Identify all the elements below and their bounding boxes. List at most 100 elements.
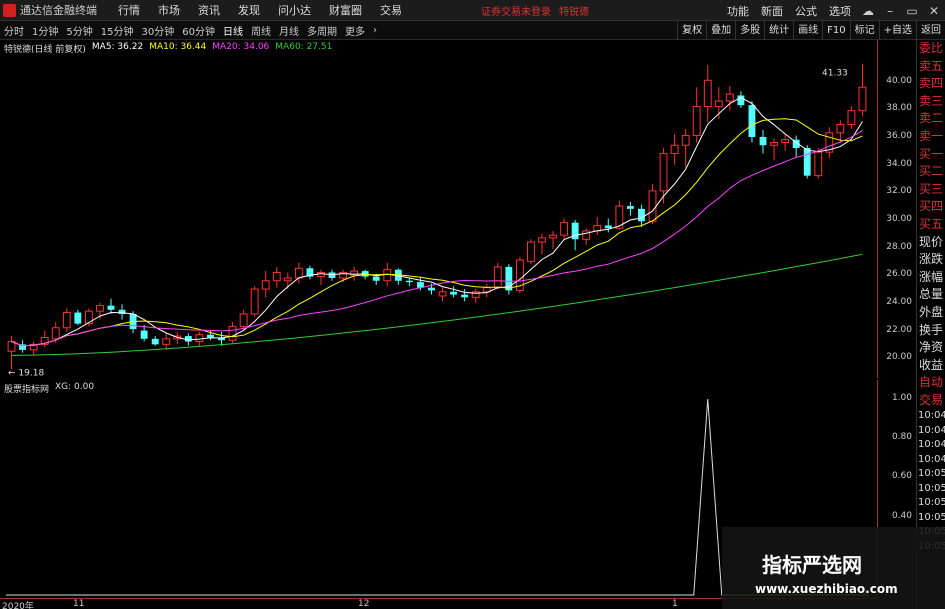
ma60-line (11, 253, 863, 356)
indicator-name[interactable]: 股票指标网 (4, 382, 49, 395)
period-30min[interactable]: 30分钟 (137, 23, 178, 38)
period-5min[interactable]: 5分钟 (62, 23, 96, 38)
candle-body (7, 341, 16, 352)
period-monthly[interactable]: 月线 (275, 23, 303, 38)
menu-market[interactable]: 市场 (149, 2, 189, 18)
candle-body (272, 271, 281, 282)
candle-body (51, 327, 60, 340)
candle-body (725, 93, 734, 102)
side-label: 买一 (919, 146, 944, 161)
trade-time: 10:04 (918, 439, 945, 451)
candle-body (228, 325, 237, 341)
period-1min[interactable]: 1分钟 (28, 23, 62, 38)
trade-time: 10:04 (918, 453, 945, 465)
side-label: 涨跌 (919, 252, 944, 267)
candle-body (648, 190, 657, 222)
date-label: 1 (672, 599, 678, 609)
side-label: 涨幅 (919, 269, 944, 284)
price-tick-label: 38.00 (886, 103, 912, 114)
menu-trade[interactable]: 交易 (371, 2, 411, 18)
period-60min[interactable]: 60分钟 (178, 23, 219, 38)
period-more[interactable]: 更多 (341, 23, 369, 38)
candle-body (151, 338, 159, 345)
candle-body (84, 310, 93, 325)
close-icon[interactable]: ✕ (923, 0, 945, 21)
candle-body (294, 267, 303, 279)
candle-body (372, 276, 380, 281)
maximize-icon[interactable]: ▭ (901, 0, 923, 21)
restore-rights-button[interactable]: 复权 (677, 21, 706, 40)
period-daily[interactable]: 日线 (219, 23, 247, 38)
date-label: 12 (358, 599, 370, 609)
candle-body (836, 124, 845, 134)
quote-side-panel: 委比 卖五 卖四 卖三 卖二 卖一 买一 买二 买三 买四 买五 现价 涨跌 涨幅 总量 外盘 换手 净资 收益 自动… (916, 40, 945, 609)
ma10-line (11, 118, 863, 347)
candle-body (626, 206, 634, 209)
price-tick-label: 34.00 (886, 158, 912, 169)
side-label: 收益 (919, 357, 944, 372)
menu-right: 功能 新面 公式 选项 ☁ – ▭ ✕ (721, 0, 945, 21)
login-status[interactable]: 证券交易未登录 (481, 3, 551, 18)
menu-function[interactable]: 功能 (721, 3, 755, 19)
menu-ask[interactable]: 问小达 (269, 2, 320, 18)
candle-body (847, 110, 856, 126)
period-more-arrow-icon[interactable]: › (369, 25, 381, 36)
multi-stock-button[interactable]: 多股 (735, 21, 764, 40)
price-tick-label: 20.00 (886, 352, 912, 363)
period-15min[interactable]: 15分钟 (97, 23, 138, 38)
period-weekly[interactable]: 周线 (247, 23, 275, 38)
menu-discover[interactable]: 发现 (229, 2, 269, 18)
candle-body (107, 305, 115, 310)
candle-body (250, 288, 259, 315)
period-intraday[interactable]: 分时 (0, 23, 28, 38)
price-tick-label: 28.00 (886, 241, 912, 252)
side-label: 买二 (919, 164, 944, 179)
login-user[interactable]: 特锐德 (559, 3, 589, 18)
candle-body (560, 222, 569, 236)
low-annotation: ← 19.18 (8, 369, 44, 378)
menu-news[interactable]: 资讯 (189, 2, 229, 18)
candle-body (195, 334, 204, 343)
cloud-icon[interactable]: ☁ (857, 0, 879, 21)
indicator-tick-label: 0.40 (891, 510, 912, 521)
candle-body (140, 330, 148, 339)
overlay-button[interactable]: 叠加 (706, 21, 735, 40)
candlestick-chart[interactable]: 41.33 ← 19.18 (0, 40, 877, 378)
candle-body (493, 266, 502, 289)
mark-button[interactable]: 标记 (849, 21, 879, 40)
candle-body (748, 105, 756, 137)
candle-body (781, 139, 790, 143)
side-label: 卖三 (919, 93, 944, 108)
price-tick-label: 24.00 (886, 296, 912, 307)
draw-line-button[interactable]: 画线 (793, 21, 822, 40)
watermark: 指标严选网 www.xuezhibiao.com (722, 527, 945, 609)
add-watchlist-button[interactable]: +自选 (878, 21, 916, 40)
back-button[interactable]: 返回 (916, 21, 945, 40)
side-label: 买四 (919, 199, 944, 214)
menu-quotes[interactable]: 行情 (109, 2, 149, 18)
price-tick-label: 32.00 (886, 186, 912, 197)
candle-body (461, 294, 469, 298)
period-multi[interactable]: 多周期 (303, 23, 341, 38)
indicator-xg: XG: 0.00 (55, 382, 95, 392)
f10-button[interactable]: F10 (822, 21, 849, 40)
menu-formula[interactable]: 公式 (789, 3, 823, 19)
toolbar-right: 复权 叠加 多股 统计 画线 F10 标记 +自选 返回 (677, 21, 945, 40)
app-logo-icon (3, 3, 16, 17)
menu-new-page[interactable]: 新面 (755, 3, 789, 19)
side-label: 总量 (919, 287, 944, 302)
price-axis: 40.00 38.00 36.00 34.00 32.00 30.00 28.00 26.00… (877, 40, 915, 378)
side-label: 卖五 (919, 58, 944, 73)
high-annotation: 41.33 (822, 69, 848, 79)
price-tick-label: 30.00 (886, 213, 912, 224)
menu-options[interactable]: 选项 (823, 3, 857, 19)
menu-wealth[interactable]: 财富圈 (320, 2, 371, 18)
minimize-icon[interactable]: – (879, 0, 901, 21)
candle-body (858, 86, 867, 112)
date-label: 11 (73, 599, 85, 609)
stats-button[interactable]: 统计 (764, 21, 793, 40)
side-label: 净资 (919, 340, 944, 355)
side-tab[interactable]: 交易 (917, 392, 945, 410)
price-tick-label: 40.00 (886, 75, 912, 86)
side-tab[interactable]: 自动 (917, 374, 945, 392)
